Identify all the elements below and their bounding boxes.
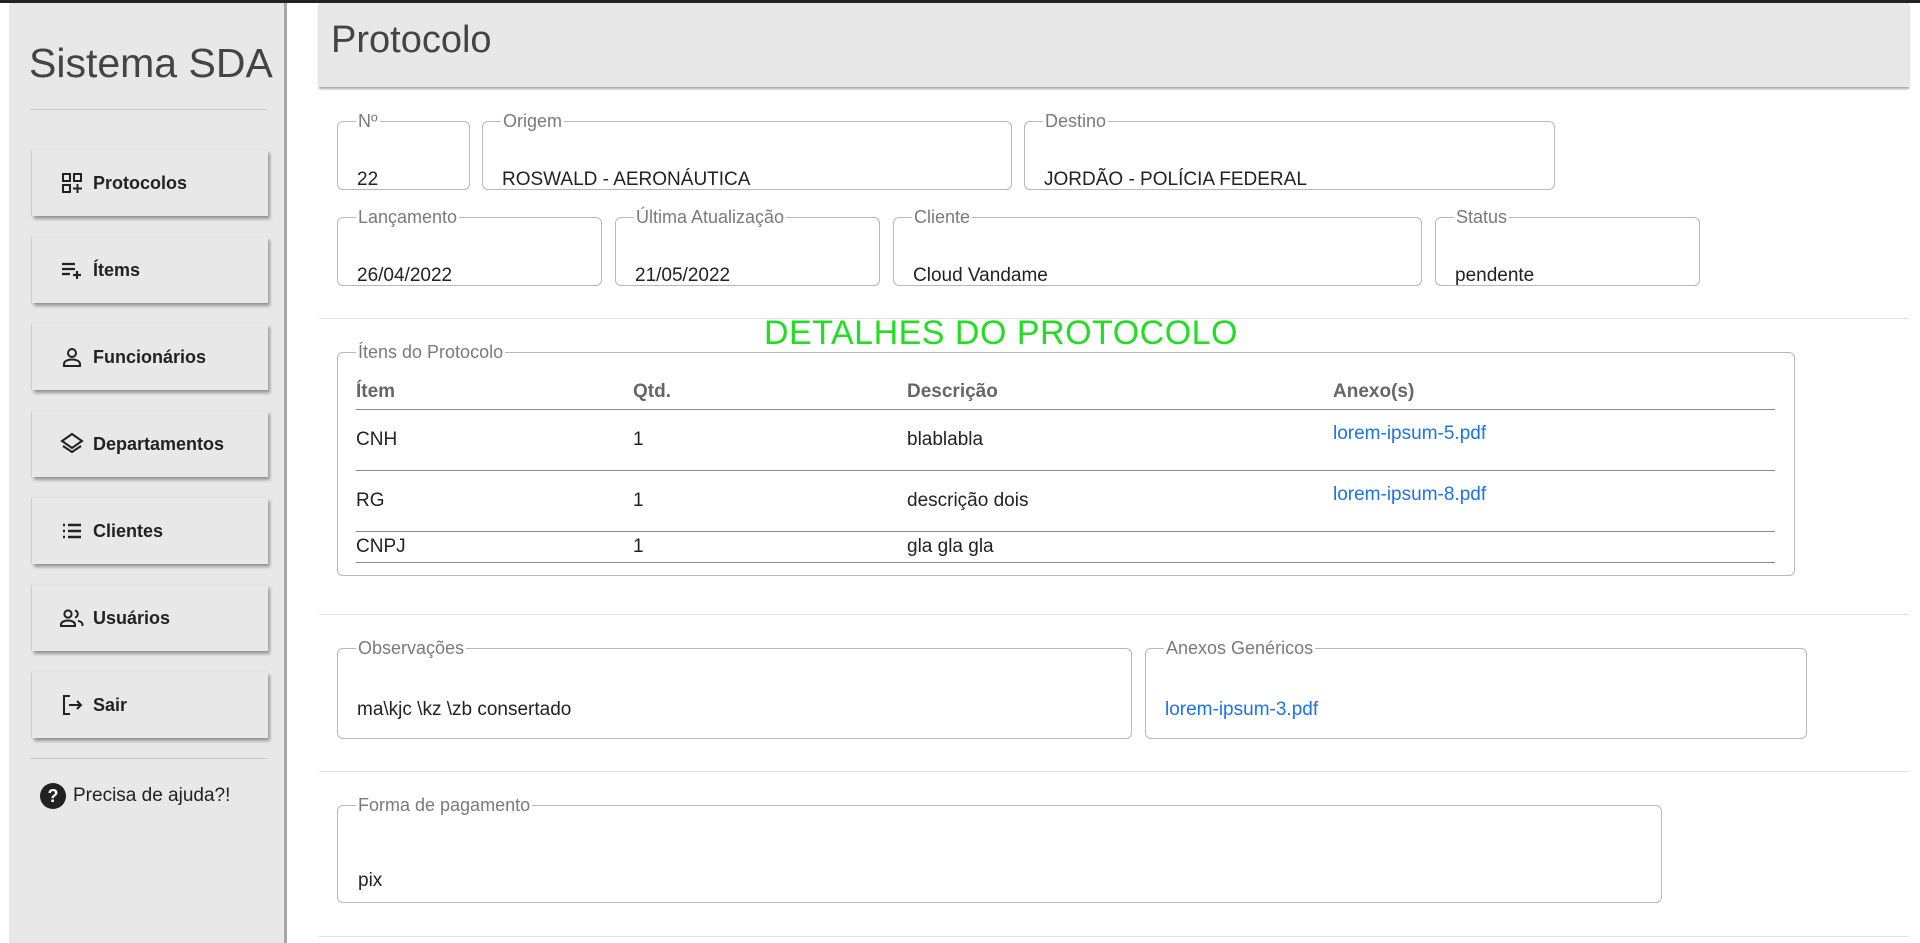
section-label: Ítens do Protocolo bbox=[358, 342, 504, 362]
help-label: Precisa de ajuda?! bbox=[73, 785, 231, 806]
field-value: 26/04/2022 bbox=[357, 265, 453, 286]
anexo-cell: lorem-ipsum-5.pdf bbox=[1333, 409, 1775, 471]
playlist-add-icon bbox=[59, 257, 85, 283]
app-title: Sistema SDA bbox=[29, 40, 273, 86]
nav-label: Protocolos bbox=[93, 172, 188, 193]
nav-items-button[interactable]: Ítems bbox=[32, 237, 268, 303]
lancamento-field[interactable]: Lançamento 26/04/2022 bbox=[337, 207, 602, 286]
divider bbox=[30, 109, 267, 110]
person-icon bbox=[59, 344, 85, 370]
qtd-cell: 1 bbox=[633, 531, 907, 563]
field-label: Observações bbox=[358, 638, 465, 658]
descricao-cell: descrição dois bbox=[907, 470, 1333, 532]
field-value: Cloud Vandame bbox=[913, 265, 1048, 286]
column-header: Anexo(s) bbox=[1333, 377, 1775, 410]
sidebar: Sistema SDA Protocolos Ítems Funcionário… bbox=[9, 3, 287, 943]
field-value: ma\kjc \kz \zb consertado bbox=[357, 699, 572, 720]
field-value: 22 bbox=[357, 169, 379, 190]
nav-departamentos-button[interactable]: Departamentos bbox=[32, 411, 268, 477]
items-table: Ítem Qtd. Descrição Anexo(s) CNH 1 blabl… bbox=[356, 377, 1775, 563]
column-header: Qtd. bbox=[633, 377, 907, 410]
cliente-field[interactable]: Cliente Cloud Vandame bbox=[893, 207, 1422, 286]
descricao-cell: gla gla gla bbox=[907, 531, 1333, 563]
field-label: Lançamento bbox=[358, 207, 458, 227]
nav-label: Clientes bbox=[93, 520, 164, 541]
column-header: Descrição bbox=[907, 377, 1333, 410]
field-value: pendente bbox=[1455, 265, 1535, 286]
nav-label: Usuários bbox=[93, 607, 171, 628]
nav-label: Funcionários bbox=[93, 346, 207, 367]
field-label: Forma de pagamento bbox=[358, 795, 531, 815]
help-link[interactable]: ? Precisa de ajuda?! bbox=[40, 783, 230, 809]
field-value: 21/05/2022 bbox=[635, 265, 731, 286]
anexo-cell bbox=[1333, 531, 1775, 563]
watermark-text: DETALHES DO PROTOCOLO bbox=[764, 314, 1238, 352]
table-row: CNPJ 1 gla gla gla bbox=[356, 531, 1775, 563]
destino-field[interactable]: Destino JORDÃO - POLÍCIA FEDERAL bbox=[1024, 111, 1555, 190]
anexo-link[interactable]: lorem-ipsum-3.pdf bbox=[1165, 699, 1318, 721]
numero-field[interactable]: Nº 22 bbox=[337, 111, 470, 190]
observacoes-field[interactable]: Observações ma\kjc \kz \zb consertado bbox=[337, 638, 1132, 739]
page-title: Protocolo bbox=[331, 19, 492, 61]
divider bbox=[319, 614, 1909, 615]
qtd-cell: 1 bbox=[633, 470, 907, 532]
nav-funcionarios-button[interactable]: Funcionários bbox=[32, 324, 268, 390]
descricao-cell: blablabla bbox=[907, 409, 1333, 471]
ultima-atualizacao-field[interactable]: Última Atualização 21/05/2022 bbox=[615, 207, 880, 286]
page-header: Protocolo bbox=[319, 3, 1909, 87]
qtd-cell: 1 bbox=[633, 409, 907, 471]
people-icon bbox=[59, 605, 85, 631]
anexo-link[interactable]: lorem-ipsum-5.pdf bbox=[1333, 423, 1486, 444]
list-icon bbox=[59, 518, 85, 544]
nav-usuarios-button[interactable]: Usuários bbox=[32, 585, 268, 651]
column-header: Ítem bbox=[356, 377, 633, 410]
forma-pagamento-field[interactable]: Forma de pagamento pix bbox=[337, 795, 1662, 903]
nav-label: Ítems bbox=[93, 259, 141, 280]
layers-icon bbox=[59, 431, 85, 457]
item-cell: RG bbox=[356, 470, 633, 532]
nav-clientes-button[interactable]: Clientes bbox=[32, 498, 268, 564]
origem-field[interactable]: Origem ROSWALD - AERONÁUTICA bbox=[482, 111, 1012, 190]
anexo-link[interactable]: lorem-ipsum-8.pdf bbox=[1333, 484, 1486, 505]
grid-plus-icon bbox=[59, 170, 85, 196]
table-row: CNH 1 blablabla lorem-ipsum-5.pdf bbox=[356, 409, 1775, 471]
table-header-row: Ítem Qtd. Descrição Anexo(s) bbox=[356, 377, 1775, 410]
field-value: pix bbox=[358, 870, 383, 891]
divider bbox=[319, 936, 1909, 937]
question-circle-icon: ? bbox=[40, 783, 66, 809]
divider bbox=[319, 771, 1909, 772]
status-field[interactable]: Status pendente bbox=[1435, 207, 1700, 286]
nav-label: Sair bbox=[93, 694, 128, 715]
divider bbox=[30, 758, 267, 759]
anexo-cell: lorem-ipsum-8.pdf bbox=[1333, 470, 1775, 532]
nav-sair-button[interactable]: Sair bbox=[32, 672, 268, 738]
field-value: JORDÃO - POLÍCIA FEDERAL bbox=[1044, 169, 1307, 190]
field-value: ROSWALD - AERONÁUTICA bbox=[502, 169, 751, 190]
field-label: Anexos Genéricos bbox=[1166, 638, 1314, 658]
item-cell: CNH bbox=[356, 409, 633, 471]
logout-icon bbox=[59, 692, 85, 718]
item-cell: CNPJ bbox=[356, 531, 633, 563]
table-row: RG 1 descrição dois lorem-ipsum-8.pdf bbox=[356, 470, 1775, 532]
field-label: Status bbox=[1456, 207, 1508, 227]
nav-label: Departamentos bbox=[93, 433, 225, 454]
field-label: Cliente bbox=[914, 207, 971, 227]
field-label: Destino bbox=[1045, 111, 1107, 131]
anexos-genericos-field: Anexos Genéricos lorem-ipsum-3.pdf bbox=[1145, 638, 1807, 739]
field-label: Origem bbox=[503, 111, 563, 131]
field-label: Última Atualização bbox=[636, 207, 785, 227]
field-label: Nº bbox=[358, 111, 378, 131]
nav-protocolos-button[interactable]: Protocolos bbox=[32, 150, 268, 216]
